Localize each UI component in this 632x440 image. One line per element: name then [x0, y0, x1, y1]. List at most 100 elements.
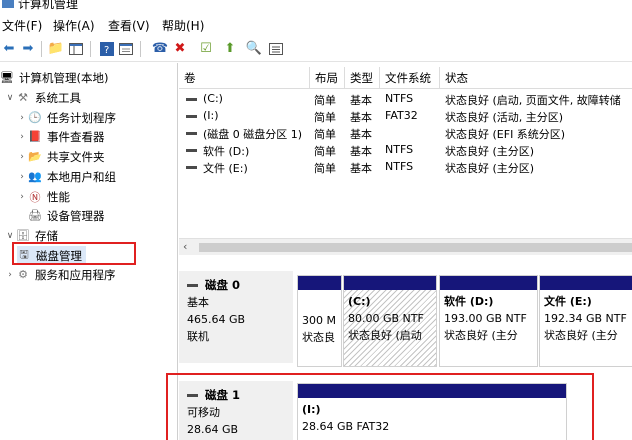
horizontal-scrollbar[interactable]: ‹ — [179, 238, 632, 255]
scroll-left-icon[interactable]: ‹ — [183, 240, 187, 253]
check-icon[interactable]: ☑ — [198, 41, 214, 57]
partition-name: (C:) — [348, 295, 371, 308]
table-row[interactable]: 软件 (D:) 简单 基本 NTFS 状态良好 (主分区) — [179, 141, 632, 158]
cell-volume: 文件 (E:) — [203, 162, 248, 175]
tree-item-label: 共享文件夹 — [47, 149, 105, 164]
forward-arrow-icon[interactable]: ➡ — [20, 41, 36, 57]
delete-icon[interactable]: ✖ — [172, 41, 188, 57]
computer-management-icon — [2, 0, 14, 8]
tree-item-task-scheduler[interactable]: › 🕒 任务计划程序 — [16, 108, 116, 127]
cell-type: 基本 — [350, 128, 372, 141]
disk-0-label[interactable]: 磁盘 0 基本 465.64 GB 联机 — [179, 271, 293, 363]
partition-bar — [344, 276, 436, 290]
tree-item-label: 设备管理器 — [47, 208, 105, 223]
tree-item-label: 任务计划程序 — [47, 110, 116, 125]
volume-icon — [186, 166, 197, 169]
cell-status: 状态良好 (主分区) — [445, 145, 535, 158]
column-header-type[interactable]: 类型 — [345, 67, 380, 88]
table-row[interactable]: 文件 (E:) 简单 基本 NTFS 状态良好 (主分区) — [179, 158, 632, 175]
chevron-right-icon[interactable]: › — [16, 192, 28, 202]
tree-item-event-viewer[interactable]: › 📕 事件查看器 — [16, 127, 105, 146]
tree-item-services-apps[interactable]: › ⚙ 服务和应用程序 — [4, 265, 116, 284]
highlight-box — [166, 373, 594, 440]
volume-icon — [186, 149, 197, 152]
storage-icon: 🗄 — [16, 229, 30, 242]
cell-filesystem: FAT32 — [385, 109, 418, 122]
disk-0-size: 465.64 GB — [187, 313, 246, 326]
tree-item-label: 服务和应用程序 — [35, 267, 116, 282]
menu-file[interactable]: 文件(F) — [2, 17, 42, 34]
menu-help[interactable]: 帮助(H) — [162, 17, 204, 34]
cell-filesystem: NTFS — [385, 160, 414, 173]
tree-item-label: 事件查看器 — [47, 129, 105, 144]
table-row[interactable]: (磁盘 0 磁盘分区 1) 简单 基本 状态良好 (EFI 系统分区) — [179, 124, 632, 141]
partition-e[interactable]: 文件 (E:) 192.34 GB NTF 状态良好 (主分 — [539, 275, 632, 367]
cell-status: 状态良好 (活动, 主分区) — [445, 111, 564, 124]
menu-action[interactable]: 操作(A) — [53, 17, 95, 34]
chevron-down-icon[interactable]: ∨ — [4, 93, 16, 103]
column-header-filesystem[interactable]: 文件系统 — [380, 67, 440, 88]
import-icon[interactable]: ⬆ — [222, 41, 238, 57]
tree-item-root[interactable]: 🖥 计算机管理(本地) — [0, 68, 108, 87]
search-icon[interactable]: 🔍 — [246, 41, 262, 57]
cell-volume: (C:) — [203, 92, 223, 105]
chevron-right-icon[interactable]: › — [4, 270, 16, 280]
disk-0-type: 基本 — [187, 296, 209, 309]
partition-bar — [298, 276, 341, 290]
chevron-right-icon[interactable]: › — [16, 152, 28, 162]
disk-graphical-view: 磁盘 0 基本 465.64 GB 联机 300 M 状态良 (C:) 80.0… — [166, 261, 632, 440]
chevron-right-icon[interactable]: › — [16, 132, 28, 142]
partition-name: 文件 (E:) — [544, 295, 592, 308]
list-icon[interactable] — [268, 41, 284, 57]
tree-item-label: 系统工具 — [35, 90, 81, 105]
tree-item-system-tools[interactable]: ∨ ⚒ 系统工具 — [4, 88, 81, 107]
chevron-right-icon[interactable]: › — [16, 172, 28, 182]
tree-item-label: 性能 — [47, 189, 70, 204]
cell-layout: 简单 — [314, 111, 336, 124]
cell-layout: 简单 — [314, 94, 336, 107]
chevron-down-icon[interactable]: ∨ — [4, 231, 16, 241]
help-icon[interactable]: ? — [99, 41, 115, 57]
cell-layout: 简单 — [314, 128, 336, 141]
column-header-layout[interactable]: 布局 — [310, 67, 345, 88]
computer-icon: 🖥 — [0, 71, 14, 84]
toolbar-separator — [140, 41, 141, 57]
show-hide-tree-icon[interactable] — [68, 41, 84, 57]
cell-status: 状态良好 (启动, 页面文件, 故障转储 — [445, 94, 621, 107]
partition-efi[interactable]: 300 M 状态良 — [297, 275, 342, 367]
cell-type: 基本 — [350, 162, 372, 175]
services-icon: ⚙ — [18, 268, 28, 281]
partition-size: 80.00 GB NTF — [348, 312, 424, 325]
toolbar: ⬅ ➡ 📁 ? ☎ ✖ ☑ ⬆ 🔍 — [0, 38, 632, 62]
clock-icon: 🕒 — [28, 111, 42, 124]
partition-c[interactable]: (C:) 80.00 GB NTF 状态良好 (启动 — [343, 275, 437, 367]
back-arrow-icon[interactable]: ⬅ — [1, 41, 17, 57]
partition-name: 软件 (D:) — [444, 295, 494, 308]
up-folder-icon[interactable]: 📁 — [48, 41, 64, 57]
properties-icon[interactable] — [118, 41, 134, 57]
scrollbar-thumb[interactable] — [199, 243, 632, 252]
partition-status: 状态良好 (启动 — [348, 329, 422, 342]
tree-item-device-manager[interactable]: 🖨 设备管理器 — [28, 206, 105, 225]
column-header-status[interactable]: 状态 — [440, 67, 632, 88]
users-icon: 👥 — [28, 170, 42, 183]
toolbar-separator — [90, 41, 91, 57]
cell-filesystem: NTFS — [385, 92, 414, 105]
tree-item-shared-folders[interactable]: › 📂 共享文件夹 — [16, 147, 105, 166]
connect-icon[interactable]: ☎ — [152, 41, 168, 57]
column-header-volume[interactable]: 卷 — [179, 67, 310, 88]
menu-view[interactable]: 查看(V) — [108, 17, 150, 34]
window-title: 计算机管理 — [18, 0, 79, 11]
table-row[interactable]: (C:) 简单 基本 NTFS 状态良好 (启动, 页面文件, 故障转储 — [179, 90, 632, 107]
cell-volume: 软件 (D:) — [203, 145, 250, 158]
tree-item-local-users[interactable]: › 👥 本地用户和组 — [16, 167, 116, 186]
navigation-tree: 🖥 计算机管理(本地) ∨ ⚒ 系统工具 › 🕒 任务计划程序 › 📕 事件查看… — [0, 63, 178, 440]
tree-item-performance[interactable]: › Ⓝ 性能 — [16, 187, 70, 206]
toolbar-separator — [41, 41, 42, 57]
partition-d[interactable]: 软件 (D:) 193.00 GB NTF 状态良好 (主分 — [439, 275, 538, 367]
tree-item-label: 本地用户和组 — [47, 169, 116, 184]
cell-type: 基本 — [350, 94, 372, 107]
chevron-right-icon[interactable]: › — [16, 113, 28, 123]
table-row[interactable]: (I:) 简单 基本 FAT32 状态良好 (活动, 主分区) — [179, 107, 632, 124]
performance-icon: Ⓝ — [29, 190, 41, 204]
